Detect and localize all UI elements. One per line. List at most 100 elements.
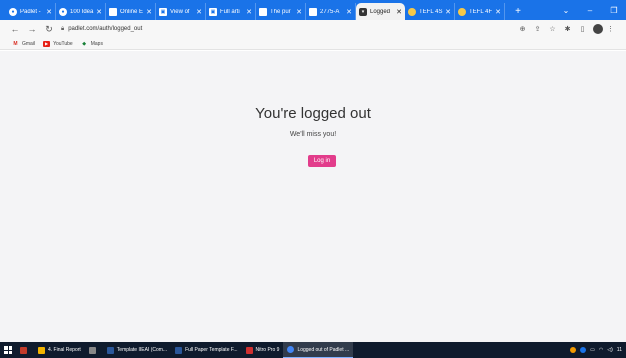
page-subtitle: We'll miss you! [289,131,337,138]
reload-icon[interactable]: ↻ [42,22,56,36]
bluetooth-icon[interactable] [580,347,587,353]
tab-search-icon[interactable]: ⌄ [554,0,578,20]
close-tab-icon[interactable]: ✕ [196,8,202,16]
taskbar-label: Template IIEAI (Com... [116,347,168,353]
taskbar-app[interactable] [85,342,103,358]
url-text: padlet.com/auth/logged_out [68,26,143,32]
app-icon [88,346,96,354]
profile-avatar[interactable] [593,24,603,34]
taskbar-label: 4. Final Report [48,347,81,353]
close-tab-icon[interactable]: ✕ [396,8,402,16]
minimize-button[interactable]: – [578,0,602,20]
menu-icon[interactable]: ⋮ [603,22,618,36]
emoji-icon [458,7,466,16]
word-icon [106,346,114,354]
youtube-icon: ▶ [43,40,51,47]
taskbar-item[interactable]: 4. Final Report [34,342,85,358]
taskbar-item[interactable]: Full Paper Template F... [171,342,241,358]
page-icon [109,7,117,16]
tab[interactable]: ▣ Full arti ✕ [206,3,256,20]
taskbar-app[interactable] [16,342,34,358]
tab[interactable]: Online E ✕ [106,3,156,20]
maps-icon: ◆ [82,40,87,47]
close-tab-icon[interactable]: ✕ [146,8,152,16]
tray-app-icon[interactable] [570,347,577,353]
taskbar-label: Full Paper Template F... [185,347,238,353]
forward-icon[interactable]: → [25,22,39,36]
gmail-icon: M [13,40,18,47]
new-tab-button[interactable]: + [509,3,527,20]
padlet-icon: ● [9,7,17,16]
tab-title: 2775-A [320,8,340,15]
word-icon [175,346,183,354]
bookmark-label: Maps [90,40,103,47]
tab-title: 100 Idea [70,8,94,15]
taskbar-item[interactable]: Nitro Pro 9 [242,342,284,358]
bookmark-star-icon[interactable]: ☆ [545,22,560,36]
page-title: You're logged out [255,105,371,122]
tab-title: Online E [120,8,144,15]
login-button[interactable]: Log in [308,155,336,167]
start-button[interactable] [0,342,16,358]
tab[interactable]: The pur ✕ [256,3,306,20]
tab[interactable]: TEFL 4S ✕ [405,3,455,20]
journal-icon: ▣ [159,7,167,16]
tab[interactable]: ● 100 Idea ✕ [56,3,106,20]
clock[interactable]: 11 [617,347,622,353]
google-lens-icon[interactable]: ⊕ [515,22,530,36]
windows-icon [4,346,12,354]
emoji-icon [408,7,416,16]
page-icon [259,7,267,16]
browser-tab-strip: ● Padlet - ✕ ● 100 Idea ✕ Online E ✕ ▣ View o… [0,0,626,20]
tab[interactable]: 2775-A ✕ [306,3,356,20]
system-tray: ▭ ◠ ◁) 11 [570,342,622,358]
taskbar-item[interactable]: Template IIEAI (Com... [103,342,171,358]
taskbar-label: Logged out of Padlet ... [297,346,350,353]
restore-button[interactable]: ❐ [602,0,626,20]
folder-icon [38,346,45,354]
bookmark-youtube[interactable]: ▶ YouTube [43,40,73,47]
close-tab-icon[interactable]: ✕ [346,8,352,16]
page-icon [309,7,317,16]
tab-title: Padlet - [20,8,41,15]
journal-icon: ▣ [209,7,217,16]
extensions-icon[interactable]: ✱ [560,22,575,36]
tab-active[interactable]: ▾ Logged ✕ [356,3,405,20]
tab-title: The pur [270,8,291,15]
tab[interactable]: TEFL 4F ✕ [455,3,505,20]
tab-title: Logged [370,8,391,15]
close-tab-icon[interactable]: ✕ [96,8,102,16]
tab-title: TEFL 4S [419,8,443,15]
volume-icon[interactable]: ◁) [607,347,613,353]
bookmark-label: Gmail [22,40,36,47]
wifi-icon[interactable]: ◠ [599,347,603,353]
close-tab-icon[interactable]: ✕ [296,8,302,16]
tab[interactable]: ● Padlet - ✕ [6,3,56,20]
side-panel-icon[interactable]: ▯ [575,22,590,36]
taskbar-item-active[interactable]: Logged out of Padlet ... [283,342,354,358]
lock-icon[interactable]: 🔒︎ [61,26,64,33]
windows-taskbar: 4. Final Report Template IIEAI (Com... F… [0,342,626,358]
app-icon [20,346,27,354]
browser-toolbar: ← → ↻ 🔒︎ padlet.com/auth/logged_out ⊕ ⇪ … [0,20,626,38]
bookmark-maps[interactable]: ◆ Maps [81,41,103,47]
page-content: You're logged out We'll miss you! Log in [0,51,626,342]
tab-title: TEFL 4F [469,8,493,15]
window-controls: ⌄ – ❐ [554,0,626,20]
back-icon[interactable]: ← [8,22,22,36]
tab[interactable]: ▣ View of ✕ [156,3,206,20]
bookmarks-bar: M Gmail ▶ YouTube ◆ Maps [0,38,626,50]
close-tab-icon[interactable]: ✕ [445,8,451,16]
close-tab-icon[interactable]: ✕ [495,8,501,16]
tab-title: Full arti [220,8,240,15]
close-tab-icon[interactable]: ✕ [46,8,52,16]
padlet-icon: ● [59,7,67,16]
address-bar[interactable]: 🔒︎ padlet.com/auth/logged_out [61,22,515,36]
close-tab-icon[interactable]: ✕ [246,8,252,16]
tab-title: View of [170,8,190,15]
nitro-icon [245,346,253,354]
battery-icon[interactable]: ▭ [590,347,595,353]
bookmark-gmail[interactable]: M Gmail [12,41,35,47]
share-icon[interactable]: ⇪ [530,22,545,36]
bookmark-label: YouTube [53,40,73,47]
